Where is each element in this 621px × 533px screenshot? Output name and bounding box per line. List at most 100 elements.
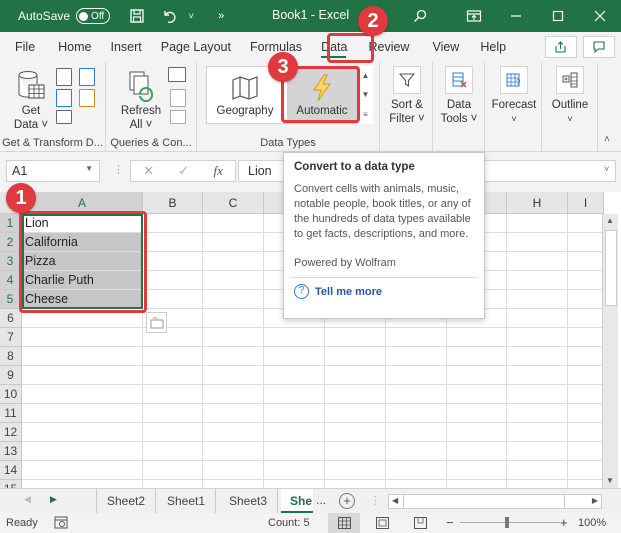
tab-view[interactable]: View [418, 32, 468, 62]
cell-b12[interactable] [143, 423, 203, 442]
cell-f10[interactable] [386, 385, 447, 404]
cell-c7[interactable] [203, 328, 264, 347]
insert-function-icon[interactable]: fx [213, 163, 222, 179]
zoom-slider[interactable] [460, 522, 560, 523]
collapse-ribbon-icon[interactable]: ˄ [604, 134, 610, 145]
cell-c1[interactable] [203, 214, 264, 233]
row-header-5[interactable]: 5 [0, 290, 22, 309]
row-header-8[interactable]: 8 [0, 347, 22, 366]
gallery-scroll[interactable]: ▲ ▼ ≡ [357, 66, 373, 124]
cell-i13[interactable] [568, 442, 604, 461]
vertical-scrollbar[interactable]: ▲ ▼ [602, 214, 618, 488]
name-box-dropdown-icon[interactable]: ▼ [85, 164, 93, 173]
cell-e10[interactable] [325, 385, 386, 404]
cell-c8[interactable] [203, 347, 264, 366]
cell-c5[interactable] [203, 290, 264, 309]
cell-c9[interactable] [203, 366, 264, 385]
cell-i8[interactable] [568, 347, 604, 366]
cell-i15[interactable] [568, 480, 604, 488]
cell-i1[interactable] [568, 214, 604, 233]
cell-f9[interactable] [386, 366, 447, 385]
tab-home[interactable]: Home [44, 32, 100, 62]
tab-page-layout[interactable]: Page Layout [151, 32, 240, 62]
cell-h5[interactable] [507, 290, 568, 309]
cell-c2[interactable] [203, 233, 264, 252]
cell-c4[interactable] [203, 271, 264, 290]
cell-h12[interactable] [507, 423, 568, 442]
tell-me-more-link[interactable]: ? Tell me more [294, 284, 474, 299]
expand-formula-icon[interactable]: ˅ [604, 164, 609, 174]
cell-b14[interactable] [143, 461, 203, 480]
row-header-14[interactable]: 14 [0, 461, 22, 480]
formula-bar-grip-icon[interactable]: ⋮ [113, 163, 124, 176]
sheet-tab-active[interactable]: She [281, 489, 313, 513]
cell-a3[interactable]: Pizza [22, 252, 143, 271]
cell-d8[interactable] [264, 347, 325, 366]
sheet-tab-sheet2[interactable]: Sheet2 [96, 489, 157, 513]
cell-c12[interactable] [203, 423, 264, 442]
properties-icon[interactable] [170, 89, 186, 107]
cell-e8[interactable] [325, 347, 386, 366]
cell-a13[interactable] [22, 442, 143, 461]
cell-i12[interactable] [568, 423, 604, 442]
from-table-icon[interactable] [56, 110, 72, 124]
cell-c15[interactable] [203, 480, 264, 488]
cell-i3[interactable] [568, 252, 604, 271]
close-icon[interactable] [579, 0, 621, 32]
cell-d11[interactable] [264, 404, 325, 423]
row-header-9[interactable]: 9 [0, 366, 22, 385]
share-icon[interactable] [545, 36, 577, 58]
cell-c14[interactable] [203, 461, 264, 480]
cell-c13[interactable] [203, 442, 264, 461]
maximize-icon[interactable] [537, 0, 579, 32]
cell-h14[interactable] [507, 461, 568, 480]
zoom-in-button[interactable]: + [560, 515, 568, 530]
row-header-15[interactable]: 15 [0, 480, 22, 488]
column-header-h[interactable]: H [507, 192, 568, 214]
hscroll-right-icon[interactable]: ▶ [592, 496, 598, 505]
tab-help[interactable]: Help [468, 32, 515, 62]
cell-c10[interactable] [203, 385, 264, 404]
more-sheets-icon[interactable]: ... [316, 493, 326, 507]
cell-h11[interactable] [507, 404, 568, 423]
cell-a2[interactable]: California [22, 233, 143, 252]
cell-b1[interactable] [143, 214, 203, 233]
vertical-scroll-thumb[interactable] [605, 230, 617, 306]
cell-b10[interactable] [143, 385, 203, 404]
cell-g9[interactable] [447, 366, 507, 385]
column-header-c[interactable]: C [203, 192, 264, 214]
minimize-icon[interactable] [495, 0, 537, 32]
more-commands-icon[interactable]: » [210, 5, 232, 27]
row-header-13[interactable]: 13 [0, 442, 22, 461]
automatic-button[interactable]: Automatic [287, 67, 357, 123]
row-header-4[interactable]: 4 [0, 271, 22, 290]
cell-a1[interactable]: Lion [22, 214, 143, 233]
cell-e13[interactable] [325, 442, 386, 461]
cell-a6[interactable] [22, 309, 143, 328]
tab-insert[interactable]: Insert [101, 32, 151, 62]
comments-icon[interactable] [583, 36, 615, 58]
cell-g14[interactable] [447, 461, 507, 480]
cell-h10[interactable] [507, 385, 568, 404]
column-header-b[interactable]: B [143, 192, 203, 214]
cell-g15[interactable] [447, 480, 507, 488]
cell-b9[interactable] [143, 366, 203, 385]
cell-f14[interactable] [386, 461, 447, 480]
cell-g12[interactable] [447, 423, 507, 442]
recent-sources-icon[interactable] [79, 68, 95, 86]
cell-g7[interactable] [447, 328, 507, 347]
quick-analysis-icon[interactable] [146, 312, 167, 333]
cell-g10[interactable] [447, 385, 507, 404]
cell-e9[interactable] [325, 366, 386, 385]
cell-i10[interactable] [568, 385, 604, 404]
zoom-slider-thumb[interactable] [505, 517, 509, 528]
cell-a10[interactable] [22, 385, 143, 404]
column-header-i[interactable]: I [568, 192, 604, 214]
data-tools-button[interactable]: Data Tools ˅ [436, 66, 482, 126]
from-text-icon[interactable] [56, 68, 72, 86]
sheet-tab-sheet1[interactable]: Sheet1 [157, 489, 217, 513]
cell-b15[interactable] [143, 480, 203, 488]
horizontal-scrollbar[interactable]: ◀ ▶ [388, 494, 602, 509]
cell-b11[interactable] [143, 404, 203, 423]
gallery-down-icon[interactable]: ▼ [362, 90, 370, 99]
